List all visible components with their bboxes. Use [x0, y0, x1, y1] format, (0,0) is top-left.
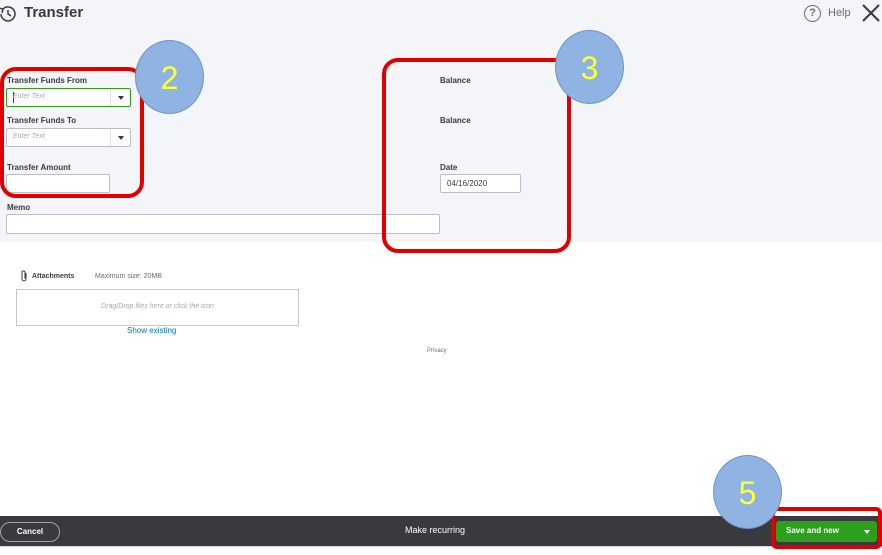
attachment-dropzone[interactable]: Drag/Drop files here or click the icon — [16, 289, 299, 326]
attachments-label: Attachments — [32, 273, 75, 280]
recent-transactions-icon[interactable] — [0, 5, 17, 23]
paperclip-icon[interactable] — [20, 270, 29, 282]
close-icon[interactable] — [860, 2, 882, 24]
bottom-strip — [0, 546, 882, 555]
memo-input[interactable] — [6, 214, 440, 234]
dropzone-text: Drag/Drop files here or click the icon — [101, 303, 214, 310]
annotation-box-middle — [382, 58, 571, 253]
annotation-badge-save: 5 — [713, 455, 782, 529]
annotation-box-save — [771, 507, 882, 549]
help-link[interactable]: Help — [828, 7, 851, 19]
show-existing-link[interactable]: Show existing — [127, 326, 176, 335]
annotation-box-left — [0, 67, 144, 198]
make-recurring-link[interactable]: Make recurring — [405, 525, 465, 535]
privacy-link[interactable]: Privacy — [427, 348, 447, 354]
page-title: Transfer — [24, 4, 84, 21]
annotation-badge-left: 2 — [135, 40, 204, 114]
attachments-max-size: Maximum size: 20MB — [95, 273, 162, 280]
memo-label: Memo — [7, 203, 31, 212]
help-icon[interactable]: ? — [804, 5, 821, 22]
transfer-window: Transfer ? Help Transfer Funds From Ente… — [0, 0, 882, 555]
cancel-button[interactable]: Cancel — [0, 522, 60, 542]
annotation-badge-middle: 3 — [555, 30, 624, 104]
